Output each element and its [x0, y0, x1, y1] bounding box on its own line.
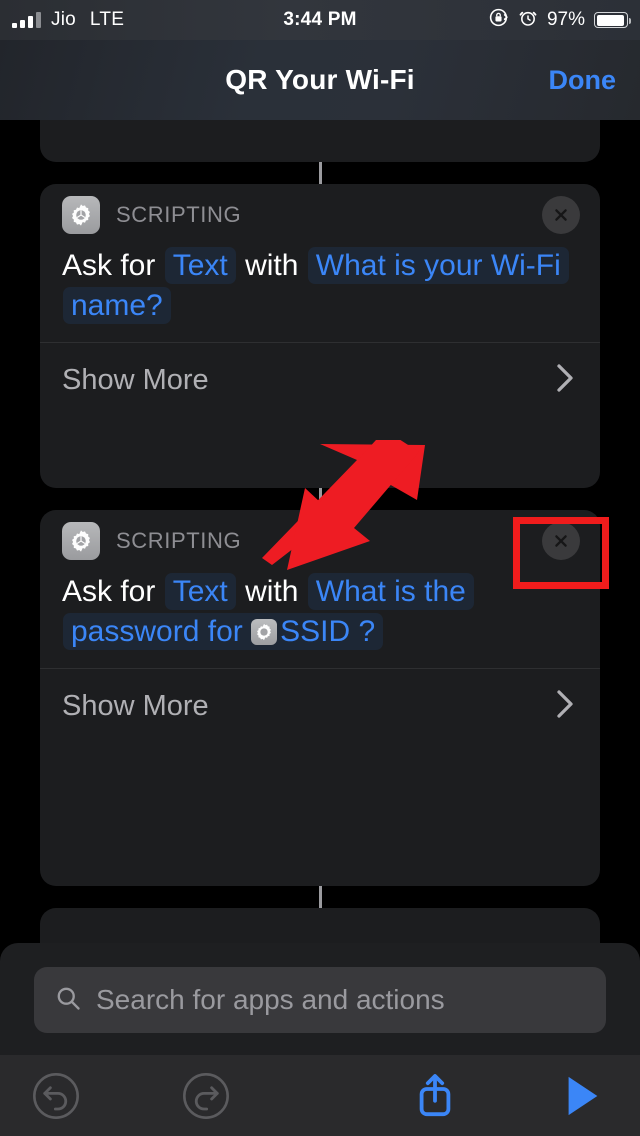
text-type-token[interactable]: Text — [164, 573, 236, 610]
show-more-label: Show More — [62, 364, 209, 397]
card-header: SCRIPTING — [40, 184, 600, 246]
close-circle-icon[interactable] — [542, 522, 580, 560]
card-connector-line — [318, 162, 322, 184]
battery-percent-label: 97% — [546, 9, 585, 30]
close-circle-icon[interactable] — [542, 196, 580, 234]
action-phrase[interactable]: Ask for Text with What is your Wi-Fi nam… — [62, 246, 578, 326]
gear-icon — [251, 618, 278, 645]
status-bar: Jio LTE 3:44 PM 97% — [0, 0, 640, 40]
show-more-label: Show More — [62, 690, 209, 723]
gear-icon — [62, 196, 100, 234]
battery-icon — [594, 12, 631, 28]
card-connector-line — [318, 488, 322, 510]
undo-icon[interactable] — [30, 1070, 82, 1122]
action-card-previous-partial[interactable] — [40, 120, 600, 162]
search-placeholder: Search for apps and actions — [96, 984, 445, 1015]
action-card-ask-wifi-name[interactable]: SCRIPTING Ask for Text with What is your… — [40, 184, 600, 488]
chevron-right-icon[interactable] — [554, 686, 576, 727]
navigation-bar: QR Your Wi-Fi Done — [0, 40, 640, 120]
phrase-prefix: Ask for — [62, 249, 156, 282]
gear-icon — [62, 522, 100, 560]
share-icon[interactable] — [412, 1070, 458, 1122]
card-header: SCRIPTING — [40, 510, 600, 572]
status-bar-right: 97% — [488, 7, 640, 33]
alarm-clock-icon — [518, 8, 538, 33]
phrase-middle: with — [245, 575, 299, 608]
card-category-label: SCRIPTING — [116, 202, 242, 227]
card-body[interactable]: Ask for Text with What is the password f… — [40, 572, 600, 668]
text-type-token[interactable]: Text — [164, 247, 236, 284]
redo-icon[interactable] — [180, 1070, 232, 1122]
phrase-prefix: Ask for — [62, 575, 156, 608]
phrase-middle: with — [245, 249, 299, 282]
show-more-row[interactable]: Show More — [40, 343, 600, 419]
search-icon — [54, 984, 82, 1017]
done-button[interactable]: Done — [549, 40, 617, 120]
card-category-label: SCRIPTING — [116, 528, 242, 553]
play-icon[interactable] — [562, 1073, 602, 1119]
card-body[interactable]: Ask for Text with What is your Wi-Fi nam… — [40, 246, 600, 342]
chevron-right-icon[interactable] — [554, 360, 576, 401]
action-phrase[interactable]: Ask for Text with What is the password f… — [62, 572, 578, 652]
action-card-ask-wifi-password[interactable]: SCRIPTING Ask for Text with What is the … — [40, 510, 600, 886]
bottom-toolbar — [0, 1055, 640, 1136]
search-panel: Search for apps and actions — [0, 943, 640, 1055]
rotation-lock-icon — [488, 7, 509, 33]
card-connector-line — [318, 886, 322, 908]
shortcuts-editor-screen: Jio LTE 3:44 PM 97% QR Your Wi-Fi Done S… — [0, 0, 640, 1136]
prompt-text-part2: ? — [358, 614, 376, 648]
show-more-row[interactable]: Show More — [40, 669, 600, 745]
page-title: QR Your Wi-Fi — [225, 64, 415, 95]
variable-token-ssid[interactable]: SSID — [280, 615, 350, 648]
search-input[interactable]: Search for apps and actions — [34, 967, 606, 1033]
